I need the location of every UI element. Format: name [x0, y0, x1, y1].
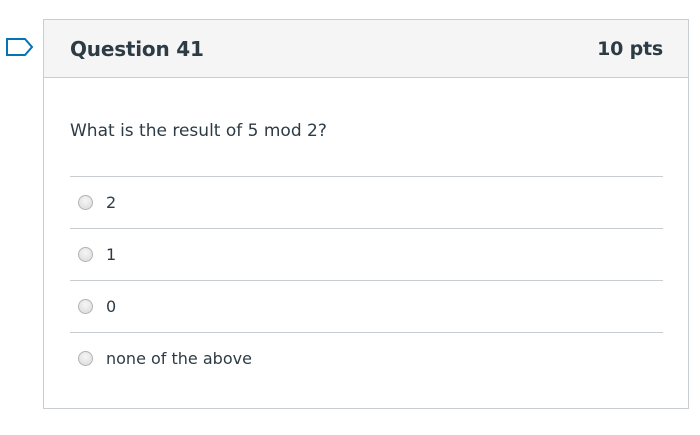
question-text: What is the result of 5 mod 2? — [70, 121, 327, 141]
question-title: Question 41 — [70, 36, 204, 61]
quiz-page: Question 41 10 pts What is the result of… — [0, 0, 700, 435]
radio-button[interactable] — [78, 299, 93, 314]
answer-label[interactable]: 0 — [106, 297, 116, 316]
answer-list: 2 1 0 none of the above — [70, 176, 663, 384]
answer-option[interactable]: 2 — [70, 177, 663, 229]
answer-label[interactable]: 2 — [106, 193, 116, 212]
flag-question-icon[interactable] — [5, 37, 35, 57]
radio-button[interactable] — [78, 195, 93, 210]
question-header: Question 41 10 pts — [44, 20, 688, 78]
answer-option[interactable]: 1 — [70, 229, 663, 281]
question-card: Question 41 10 pts What is the result of… — [43, 19, 689, 409]
question-points: 10 pts — [597, 37, 663, 60]
question-body: What is the result of 5 mod 2? 2 1 0 non… — [44, 120, 688, 384]
answer-label[interactable]: 1 — [106, 245, 116, 264]
radio-button[interactable] — [78, 247, 93, 262]
answer-option[interactable]: 0 — [70, 281, 663, 333]
answer-option[interactable]: none of the above — [70, 333, 663, 384]
radio-button[interactable] — [78, 351, 93, 366]
answer-label[interactable]: none of the above — [106, 349, 252, 368]
